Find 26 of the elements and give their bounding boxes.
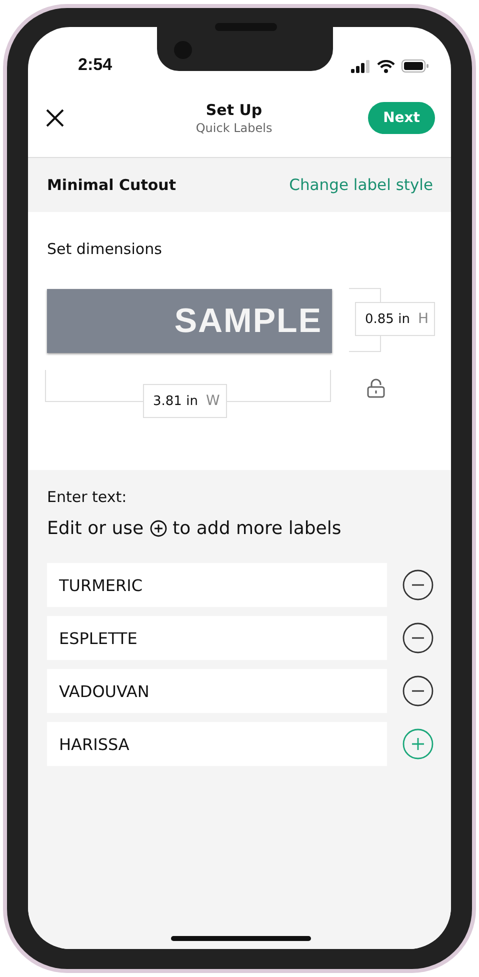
instruction-text: Edit or use — [47, 518, 144, 539]
page-subtitle: Quick Labels — [196, 121, 272, 135]
plus-circle-icon — [150, 520, 167, 537]
label-text-field[interactable]: ESPLETTE — [47, 616, 387, 660]
width-field[interactable]: 3.81 in W — [143, 384, 227, 418]
section-heading: Enter text: — [47, 488, 128, 506]
signal-icon — [351, 60, 371, 72]
label-text-field[interactable]: VADOUVAN — [47, 669, 387, 713]
wifi-icon — [377, 60, 395, 72]
remove-icon[interactable] — [402, 675, 434, 707]
remove-icon[interactable] — [402, 569, 434, 601]
battery-icon — [401, 59, 429, 73]
instruction-text: to add more labels — [172, 518, 342, 539]
label-text-field[interactable]: HARISSA — [47, 722, 387, 766]
change-style-link[interactable]: Change label style — [289, 176, 433, 194]
lock-icon[interactable] — [367, 378, 385, 398]
label-style-name: Minimal Cutout — [47, 176, 176, 194]
remove-icon[interactable] — [402, 622, 434, 654]
label-text-field[interactable]: TURMERIC — [47, 563, 387, 607]
height-field[interactable]: 0.85 in H — [355, 302, 436, 336]
close-icon[interactable] — [46, 109, 64, 127]
section-heading: Set dimensions — [47, 240, 163, 258]
page-title: Set Up — [206, 101, 262, 119]
preview-text: SAMPLE — [174, 302, 322, 340]
add-icon[interactable] — [402, 728, 434, 760]
status-time: 2:54 — [78, 55, 112, 75]
